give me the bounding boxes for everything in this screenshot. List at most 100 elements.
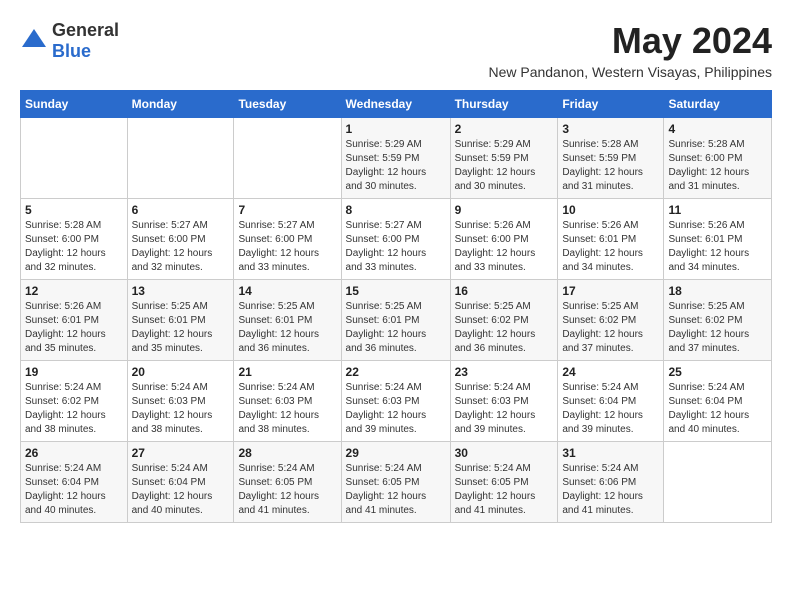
day-info: Sunrise: 5:26 AM Sunset: 6:01 PM Dayligh… [25, 300, 123, 356]
weekday-header-thursday: Thursday [450, 91, 558, 118]
day-info: Sunrise: 5:25 AM Sunset: 6:02 PM Dayligh… [455, 300, 554, 356]
calendar-cell: 8 Sunrise: 5:27 AM Sunset: 6:00 PM Daylig… [341, 199, 450, 280]
day-number: 19 [25, 365, 123, 379]
calendar-cell: 1 Sunrise: 5:29 AM Sunset: 5:59 PM Daylig… [341, 118, 450, 199]
calendar-cell: 17 Sunrise: 5:25 AM Sunset: 6:02 PM Dayli… [558, 280, 664, 361]
day-info: Sunrise: 5:24 AM Sunset: 6:02 PM Dayligh… [25, 381, 123, 437]
day-info: Sunrise: 5:25 AM Sunset: 6:01 PM Dayligh… [132, 300, 230, 356]
calendar-cell: 3Sunrise: 5:28 AM Sunset: 5:59 PM Daylig… [558, 118, 664, 199]
day-number: 27 [132, 446, 230, 460]
day-number: 23 [455, 365, 554, 379]
day-number: 26 [25, 446, 123, 460]
day-number: 9 [455, 203, 554, 217]
day-info: Sunrise: 5:24 AM Sunset: 6:04 PM Dayligh… [25, 462, 123, 518]
weekday-header-tuesday: Tuesday [234, 91, 341, 118]
calendar-cell [21, 118, 128, 199]
logo-blue: Blue [52, 41, 91, 61]
day-number: 7 [238, 203, 336, 217]
calendar-cell: 31Sunrise: 5:24 AM Sunset: 6:06 PM Dayli… [558, 442, 664, 523]
day-number: 1 [346, 122, 446, 136]
logo-text: General Blue [52, 20, 119, 62]
day-number: 5 [25, 203, 123, 217]
day-number: 28 [238, 446, 336, 460]
calendar-cell: 18 Sunrise: 5:25 AM Sunset: 6:02 PM Dayli… [664, 280, 772, 361]
day-info: Sunrise: 5:24 AM Sunset: 6:03 PM Dayligh… [238, 381, 336, 437]
calendar-table: SundayMondayTuesdayWednesdayThursdayFrid… [20, 90, 772, 523]
calendar-cell: 27Sunrise: 5:24 AM Sunset: 6:04 PM Dayli… [127, 442, 234, 523]
day-info: Sunrise: 5:29 AM Sunset: 5:59 PM Dayligh… [346, 138, 446, 194]
calendar-cell [234, 118, 341, 199]
weekday-header-friday: Friday [558, 91, 664, 118]
day-info: Sunrise: 5:25 AM Sunset: 6:02 PM Dayligh… [668, 300, 767, 356]
calendar-cell: 4Sunrise: 5:28 AM Sunset: 6:00 PM Daylig… [664, 118, 772, 199]
day-info: Sunrise: 5:28 AM Sunset: 6:00 PM Dayligh… [25, 219, 123, 275]
calendar-cell: 21 Sunrise: 5:24 AM Sunset: 6:03 PM Dayli… [234, 361, 341, 442]
month-title: May 2024 [488, 20, 772, 62]
day-number: 8 [346, 203, 446, 217]
logo-general: General [52, 20, 119, 40]
calendar-cell: 30Sunrise: 5:24 AM Sunset: 6:05 PM Dayli… [450, 442, 558, 523]
logo-icon [20, 27, 48, 55]
calendar-cell: 23Sunrise: 5:24 AM Sunset: 6:03 PM Dayli… [450, 361, 558, 442]
day-number: 18 [668, 284, 767, 298]
weekday-header-row: SundayMondayTuesdayWednesdayThursdayFrid… [21, 91, 772, 118]
day-info: Sunrise: 5:27 AM Sunset: 6:00 PM Dayligh… [132, 219, 230, 275]
week-row-5: 26 Sunrise: 5:24 AM Sunset: 6:04 PM Dayli… [21, 442, 772, 523]
day-number: 21 [238, 365, 336, 379]
day-number: 13 [132, 284, 230, 298]
day-info: Sunrise: 5:24 AM Sunset: 6:05 PM Dayligh… [238, 462, 336, 518]
week-row-3: 12 Sunrise: 5:26 AM Sunset: 6:01 PM Dayli… [21, 280, 772, 361]
calendar-cell [664, 442, 772, 523]
calendar-cell: 15 Sunrise: 5:25 AM Sunset: 6:01 PM Dayli… [341, 280, 450, 361]
calendar-cell: 5 Sunrise: 5:28 AM Sunset: 6:00 PM Daylig… [21, 199, 128, 280]
calendar-cell: 10Sunrise: 5:26 AM Sunset: 6:01 PM Dayli… [558, 199, 664, 280]
day-info: Sunrise: 5:24 AM Sunset: 6:05 PM Dayligh… [455, 462, 554, 518]
day-info: Sunrise: 5:27 AM Sunset: 6:00 PM Dayligh… [238, 219, 336, 275]
day-number: 14 [238, 284, 336, 298]
day-number: 12 [25, 284, 123, 298]
day-info: Sunrise: 5:24 AM Sunset: 6:04 PM Dayligh… [562, 381, 659, 437]
day-number: 17 [562, 284, 659, 298]
day-info: Sunrise: 5:24 AM Sunset: 6:03 PM Dayligh… [346, 381, 446, 437]
day-number: 16 [455, 284, 554, 298]
calendar-cell: 13 Sunrise: 5:25 AM Sunset: 6:01 PM Dayli… [127, 280, 234, 361]
day-number: 4 [668, 122, 767, 136]
day-number: 2 [455, 122, 554, 136]
calendar-cell: 6 Sunrise: 5:27 AM Sunset: 6:00 PM Daylig… [127, 199, 234, 280]
weekday-header-wednesday: Wednesday [341, 91, 450, 118]
day-info: Sunrise: 5:26 AM Sunset: 6:00 PM Dayligh… [455, 219, 554, 275]
day-number: 25 [668, 365, 767, 379]
calendar-cell: 9 Sunrise: 5:26 AM Sunset: 6:00 PM Daylig… [450, 199, 558, 280]
calendar-cell: 16 Sunrise: 5:25 AM Sunset: 6:02 PM Dayli… [450, 280, 558, 361]
calendar-cell: 26 Sunrise: 5:24 AM Sunset: 6:04 PM Dayli… [21, 442, 128, 523]
day-info: Sunrise: 5:25 AM Sunset: 6:02 PM Dayligh… [562, 300, 659, 356]
day-info: Sunrise: 5:24 AM Sunset: 6:03 PM Dayligh… [132, 381, 230, 437]
day-info: Sunrise: 5:25 AM Sunset: 6:01 PM Dayligh… [346, 300, 446, 356]
day-info: Sunrise: 5:29 AM Sunset: 5:59 PM Dayligh… [455, 138, 554, 194]
weekday-header-monday: Monday [127, 91, 234, 118]
day-info: Sunrise: 5:24 AM Sunset: 6:04 PM Dayligh… [668, 381, 767, 437]
logo: General Blue [20, 20, 119, 62]
page-header: General Blue May 2024 New Pandanon, West… [20, 20, 772, 80]
calendar-cell: 25 Sunrise: 5:24 AM Sunset: 6:04 PM Dayli… [664, 361, 772, 442]
day-info: Sunrise: 5:25 AM Sunset: 6:01 PM Dayligh… [238, 300, 336, 356]
day-number: 22 [346, 365, 446, 379]
day-number: 20 [132, 365, 230, 379]
day-number: 6 [132, 203, 230, 217]
title-area: May 2024 New Pandanon, Western Visayas, … [488, 20, 772, 80]
calendar-cell: 20 Sunrise: 5:24 AM Sunset: 6:03 PM Dayli… [127, 361, 234, 442]
day-number: 10 [562, 203, 659, 217]
day-info: Sunrise: 5:24 AM Sunset: 6:05 PM Dayligh… [346, 462, 446, 518]
day-number: 29 [346, 446, 446, 460]
calendar-cell: 28 Sunrise: 5:24 AM Sunset: 6:05 PM Dayli… [234, 442, 341, 523]
day-info: Sunrise: 5:28 AM Sunset: 5:59 PM Dayligh… [562, 138, 659, 194]
calendar-cell: 14 Sunrise: 5:25 AM Sunset: 6:01 PM Dayli… [234, 280, 341, 361]
calendar-cell: 11Sunrise: 5:26 AM Sunset: 6:01 PM Dayli… [664, 199, 772, 280]
day-number: 31 [562, 446, 659, 460]
weekday-header-saturday: Saturday [664, 91, 772, 118]
day-info: Sunrise: 5:26 AM Sunset: 6:01 PM Dayligh… [668, 219, 767, 275]
calendar-cell [127, 118, 234, 199]
week-row-1: 1 Sunrise: 5:29 AM Sunset: 5:59 PM Daylig… [21, 118, 772, 199]
day-number: 15 [346, 284, 446, 298]
day-info: Sunrise: 5:27 AM Sunset: 6:00 PM Dayligh… [346, 219, 446, 275]
